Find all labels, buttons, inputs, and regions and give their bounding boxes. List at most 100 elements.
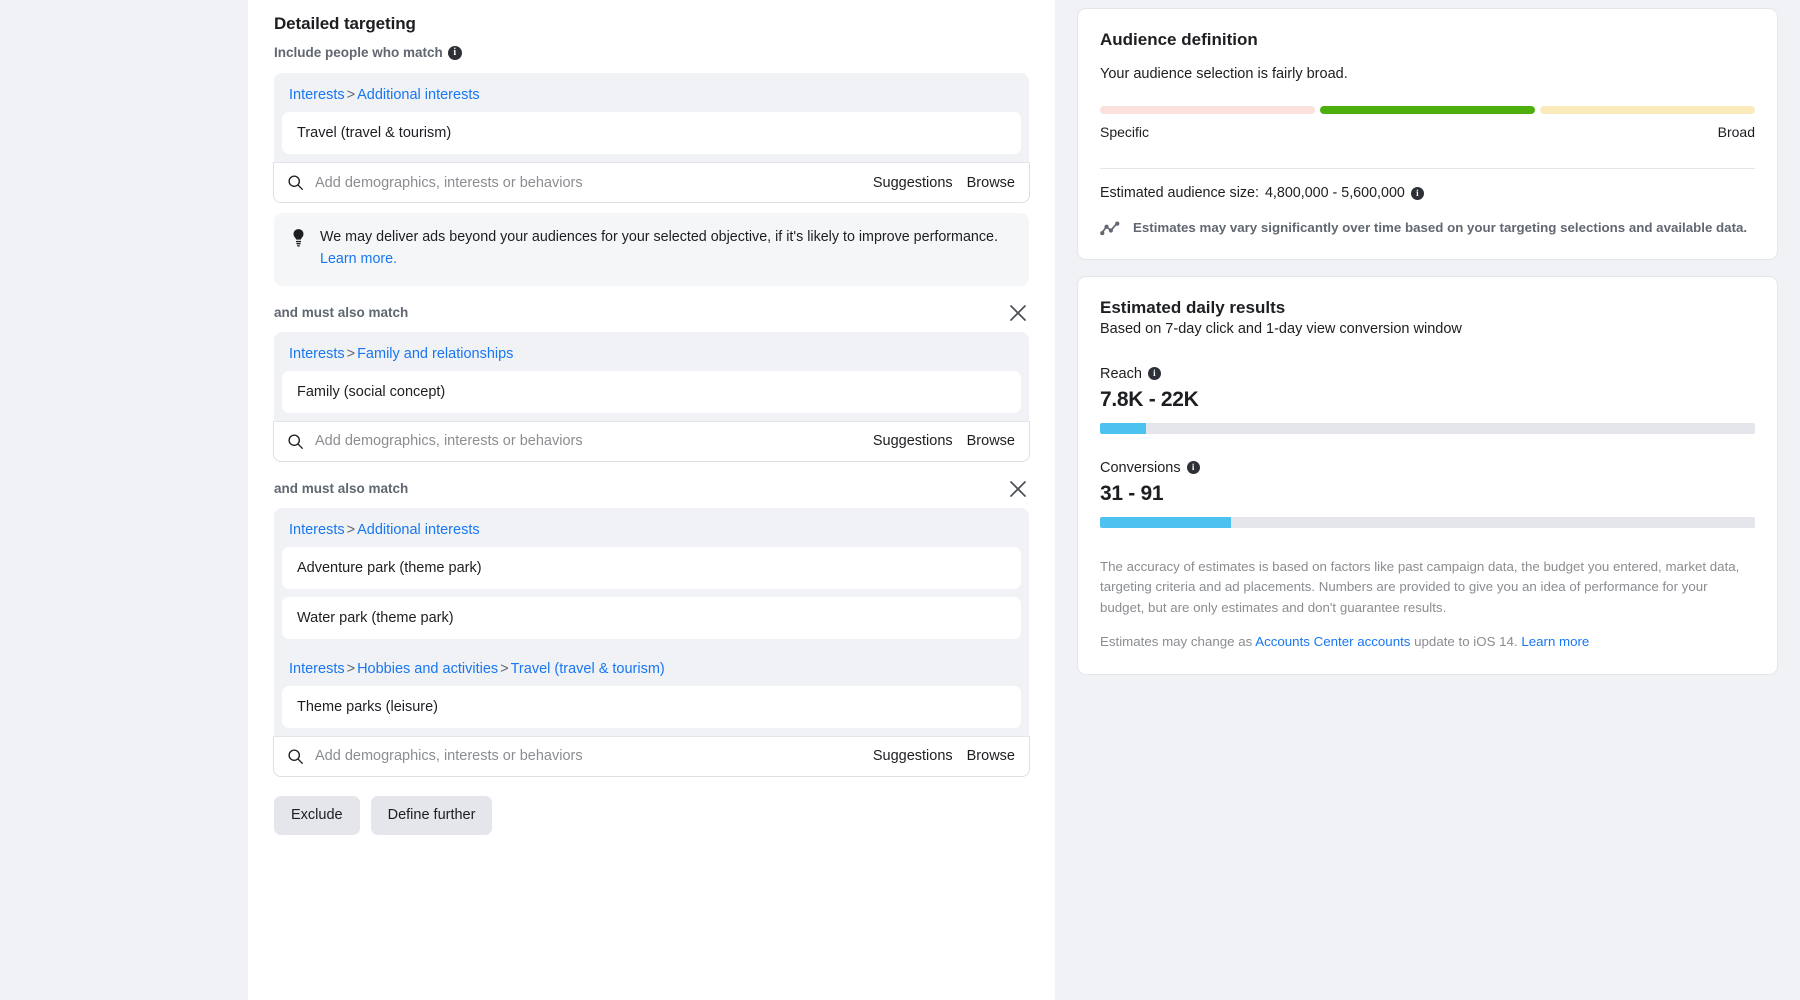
- estimated-audience-size-value: 4,800,000 - 5,600,000: [1264, 185, 1405, 202]
- browse-button[interactable]: Browse: [967, 175, 1015, 191]
- breadcrumb-link[interactable]: Interests: [289, 87, 345, 103]
- audience-definition-title: Audience definition: [1100, 30, 1258, 49]
- conversions-bar-fill: [1100, 516, 1231, 528]
- also-match-label: and must also match: [274, 305, 409, 321]
- conversions-label: Conversions: [1100, 459, 1181, 476]
- breadcrumb: Interests > Additional interests: [274, 73, 1029, 112]
- estimated-daily-results-subtitle: Based on 7-day click and 1-day view conv…: [1100, 321, 1462, 338]
- targeting-group-2: Interests > Family and relationships Famil…: [273, 331, 1030, 462]
- meter-segment-broad: [1540, 106, 1755, 115]
- audience-definition-summary: Your audience selection is fairly broad.: [1100, 66, 1348, 82]
- audience-definition-card: Audience definition Your audience select…: [1077, 8, 1778, 261]
- ads-manager-detailed-targeting-screen: Detailed targeting Include people who ma…: [0, 0, 1800, 1000]
- audience-breadth-meter: [1100, 106, 1755, 115]
- close-icon[interactable]: [1007, 478, 1029, 500]
- breadcrumb: Interests > Family and relationships: [274, 332, 1029, 371]
- estimated-audience-size: Estimated audience size: 4,800,000 - 5,6…: [1100, 185, 1755, 201]
- breadcrumb-link[interactable]: Interests: [289, 522, 345, 538]
- exclude-button[interactable]: Exclude: [274, 795, 360, 835]
- estimated-daily-results-title: Estimated daily results: [1100, 298, 1286, 318]
- suggestions-button[interactable]: Suggestions: [873, 748, 953, 764]
- browse-button[interactable]: Browse: [967, 433, 1015, 449]
- panel-divider: [1055, 0, 1077, 1000]
- tip-body: We may deliver ads beyond your audiences…: [320, 229, 998, 246]
- ios-learn-more-link[interactable]: Learn more: [1521, 634, 1589, 649]
- reach-label-row: Reach i: [1100, 366, 1755, 382]
- accuracy-disclaimer: The accuracy of estimates is based on fa…: [1100, 558, 1740, 616]
- include-people-who-match-label: Include people who match i: [274, 45, 1029, 60]
- estimates-sidebar: Audience definition Your audience select…: [1077, 0, 1800, 1000]
- breadcrumb: Interests > Hobbies and activities > Travel …: [274, 647, 1029, 686]
- search-actions: Suggestions Browse: [873, 175, 1015, 191]
- meter-labels: Specific Broad: [1100, 124, 1755, 140]
- also-match-row-2: and must also match: [274, 478, 1029, 500]
- search-row[interactable]: Add demographics, interests or behaviors…: [273, 735, 1030, 777]
- targeting-chip[interactable]: Adventure park (theme park): [282, 546, 1021, 589]
- estimated-audience-size-label: Estimated audience size:: [1100, 185, 1259, 202]
- conversions-bar-track: [1100, 516, 1755, 528]
- search-input[interactable]: Add demographics, interests or behaviors: [315, 433, 862, 449]
- targeting-group-1: Interests > Additional interests Travel (t…: [273, 73, 1030, 204]
- delivery-tip-text: We may deliver ads beyond your audiences…: [320, 227, 1013, 270]
- divider: [1100, 168, 1755, 170]
- meter-label-broad: Broad: [1717, 124, 1755, 141]
- suggestions-button[interactable]: Suggestions: [873, 433, 953, 449]
- breadcrumb-separator: >: [500, 660, 509, 677]
- breadcrumb-link[interactable]: Hobbies and activities: [357, 661, 498, 677]
- breadcrumb-link[interactable]: Family and relationships: [357, 346, 513, 362]
- define-further-button[interactable]: Define further: [370, 795, 493, 835]
- browse-button[interactable]: Browse: [967, 748, 1015, 764]
- reach-label: Reach: [1100, 365, 1142, 382]
- trend-chart-icon: [1100, 221, 1120, 236]
- search-icon: [288, 749, 303, 764]
- breadcrumb-separator: >: [346, 345, 356, 362]
- meter-segment-balanced: [1320, 106, 1535, 115]
- reach-value: 7.8K - 22K: [1100, 387, 1199, 411]
- ios-note-mid: update to iOS 14.: [1410, 633, 1522, 649]
- estimates-vary-note: Estimates may vary significantly over ti…: [1100, 218, 1755, 237]
- tip-learn-more-link[interactable]: Learn more.: [320, 251, 397, 267]
- info-icon[interactable]: i: [447, 45, 462, 60]
- breadcrumb-link[interactable]: Interests: [289, 661, 345, 677]
- reach-bar-fill: [1100, 422, 1146, 434]
- targeting-group-3: Interests > Additional interests Adventure…: [273, 507, 1030, 777]
- suggestions-button[interactable]: Suggestions: [873, 175, 953, 191]
- include-label-text: Include people who match: [274, 45, 443, 60]
- targeting-chip[interactable]: Family (social concept): [282, 370, 1021, 413]
- info-icon[interactable]: i: [1186, 461, 1200, 475]
- delivery-tip-box: We may deliver ads beyond your audiences…: [274, 213, 1029, 286]
- search-row[interactable]: Add demographics, interests or behaviors…: [273, 420, 1030, 462]
- breadcrumb-link[interactable]: Additional interests: [357, 87, 480, 103]
- accounts-center-link[interactable]: Accounts Center accounts: [1255, 634, 1410, 649]
- search-row[interactable]: Add demographics, interests or behaviors…: [273, 162, 1030, 204]
- search-input[interactable]: Add demographics, interests or behaviors: [315, 175, 862, 191]
- breadcrumb: Interests > Additional interests: [274, 508, 1029, 547]
- breadcrumb-separator: >: [346, 660, 356, 677]
- breadcrumb-separator: >: [346, 87, 356, 103]
- targeting-chip[interactable]: Travel (travel & tourism): [282, 112, 1021, 155]
- ios-change-disclaimer: Estimates may change as Accounts Center …: [1100, 632, 1755, 652]
- search-icon: [288, 434, 303, 449]
- estimates-vary-text: Estimates may vary significantly over ti…: [1133, 220, 1748, 236]
- targeting-actions: Exclude Define further: [274, 795, 1029, 835]
- meter-segment-specific: [1100, 106, 1315, 115]
- info-icon[interactable]: i: [1147, 367, 1161, 381]
- left-gutter: [0, 0, 248, 1000]
- also-match-label: and must also match: [274, 481, 409, 497]
- search-input[interactable]: Add demographics, interests or behaviors: [315, 748, 862, 764]
- breadcrumb-link[interactable]: Interests: [289, 346, 345, 362]
- detailed-targeting-panel: Detailed targeting Include people who ma…: [248, 0, 1055, 1000]
- lightbulb-icon: [293, 229, 304, 247]
- search-actions: Suggestions Browse: [873, 433, 1015, 449]
- breadcrumb-link[interactable]: Travel (travel & tourism): [511, 661, 665, 677]
- targeting-chip[interactable]: Water park (theme park): [282, 596, 1021, 639]
- reach-bar-track: [1100, 422, 1755, 434]
- search-actions: Suggestions Browse: [873, 748, 1015, 764]
- breadcrumb-link[interactable]: Additional interests: [357, 522, 480, 538]
- targeting-chip[interactable]: Theme parks (leisure): [282, 685, 1021, 728]
- close-icon[interactable]: [1007, 302, 1029, 324]
- info-icon[interactable]: i: [1410, 186, 1424, 200]
- search-icon: [288, 175, 303, 191]
- page-title: Detailed targeting: [274, 14, 416, 33]
- estimated-daily-results-card: Estimated daily results Based on 7-day c…: [1077, 276, 1778, 675]
